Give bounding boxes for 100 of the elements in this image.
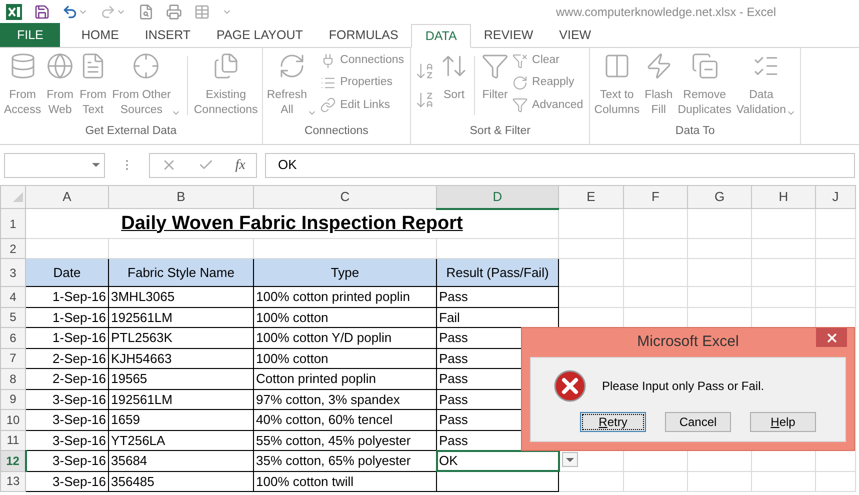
- ribbon-button[interactable]: Text to Columns: [592, 48, 642, 123]
- row-header[interactable]: 11: [0, 430, 26, 450]
- ribbon-button[interactable]: Edit Links: [320, 96, 404, 114]
- ribbon-tab[interactable]: DATA: [411, 24, 471, 48]
- ribbon-button[interactable]: Refresh All: [264, 48, 320, 123]
- row-header[interactable]: 3: [0, 258, 26, 286]
- column-header[interactable]: B: [108, 186, 254, 208]
- ribbon-button[interactable]: From Text: [77, 48, 110, 123]
- cell-text: 356485: [111, 474, 154, 488]
- row-header[interactable]: 8: [0, 368, 26, 389]
- row-header[interactable]: 6: [0, 328, 26, 348]
- dialog-title: Microsoft Excel: [637, 332, 739, 352]
- column-header[interactable]: J: [816, 186, 856, 208]
- row-header[interactable]: 10: [0, 410, 26, 430]
- dialog-button[interactable]: Cancel: [665, 412, 731, 432]
- ribbon-button[interactable]: From Web: [44, 48, 76, 123]
- ribbon-tab[interactable]: FORMULAS: [316, 23, 412, 47]
- files-icon: [212, 52, 240, 80]
- ribbon-button[interactable]: From Access: [2, 48, 44, 123]
- cell-text: PTL2563K: [111, 330, 172, 345]
- column-header[interactable]: G: [688, 186, 752, 208]
- close-button[interactable]: [816, 328, 847, 347]
- cell-text: Cotton printed poplin: [256, 371, 376, 386]
- group-label: Connections: [303, 124, 370, 139]
- close-icon: [824, 330, 838, 344]
- row-header[interactable]: 13: [0, 471, 26, 492]
- file-tab[interactable]: FILE: [0, 23, 60, 47]
- dropdown-button[interactable]: [562, 452, 578, 467]
- column-header[interactable]: C: [254, 186, 436, 208]
- cell-text: 100% cotton: [256, 310, 328, 324]
- cell-text: 3MHL3065: [111, 289, 175, 304]
- column-header[interactable]: A: [26, 186, 108, 208]
- cell-text: 3-Sep-16: [52, 432, 106, 448]
- ribbon-tab[interactable]: PAGE LAYOUT: [204, 23, 316, 47]
- insert-function-button[interactable]: fx: [235, 154, 246, 176]
- column-header[interactable]: F: [624, 186, 688, 208]
- save-icon[interactable]: [34, 4, 50, 20]
- cell-text: 192561LM: [111, 310, 172, 324]
- dialog-button[interactable]: Help: [750, 412, 816, 432]
- cell-text: 3-Sep-16: [52, 392, 106, 406]
- formula-field[interactable]: OK: [265, 152, 855, 178]
- name-box[interactable]: [4, 152, 105, 178]
- row-header[interactable]: 2: [0, 238, 26, 258]
- drag-handle-icon[interactable]: [125, 159, 129, 171]
- ribbon-button[interactable]: Connections: [320, 52, 404, 70]
- ribbon-button[interactable]: Reapply: [512, 74, 584, 92]
- column-header[interactable]: E: [558, 186, 624, 208]
- database-icon: [8, 52, 37, 80]
- filter-clear-icon: [512, 52, 528, 69]
- ribbon-button[interactable]: Flash Fill: [642, 48, 675, 123]
- ribbon-button[interactable]: Data Validation: [734, 48, 798, 123]
- dialog-button[interactable]: Retry: [580, 412, 646, 432]
- cell-text: 19565: [111, 371, 148, 386]
- undo-icon[interactable]: [62, 4, 78, 20]
- printer-icon[interactable]: [166, 4, 182, 20]
- row-header[interactable]: 7: [0, 348, 26, 368]
- cell-text: 1-Sep-16: [52, 310, 106, 324]
- row-header[interactable]: 9: [0, 389, 26, 410]
- cell-text: Pass: [439, 371, 468, 386]
- ribbon-button[interactable]: Remove Duplicates: [676, 48, 734, 123]
- cell-text: Pass: [439, 350, 468, 366]
- link-icon: [320, 97, 336, 114]
- cell-text: 1-Sep-16: [52, 330, 106, 345]
- row-header[interactable]: 12: [0, 450, 26, 471]
- cell-text: 35684: [111, 453, 148, 468]
- cell-text: 97% cotton, 3% spandex: [256, 392, 400, 406]
- ribbon-button[interactable]: Sort: [438, 48, 470, 123]
- print-preview-icon[interactable]: [138, 4, 154, 20]
- redo-icon[interactable]: [100, 4, 116, 20]
- ribbon-button[interactable]: Existing Connections: [192, 48, 260, 123]
- dropdown-arrow-icon: [92, 163, 100, 167]
- cell-text: Fail: [439, 310, 460, 324]
- ribbon-tab[interactable]: REVIEW: [470, 23, 546, 47]
- row-header[interactable]: 1: [0, 208, 26, 238]
- ribbon-tab[interactable]: INSERT: [132, 23, 204, 47]
- row-header[interactable]: 5: [0, 307, 26, 328]
- ribbon-button[interactable]: Advanced: [512, 96, 584, 114]
- globe-icon: [46, 52, 74, 80]
- ribbon-button[interactable]: Clear: [512, 52, 584, 70]
- ribbon-tab[interactable]: HOME: [68, 23, 132, 47]
- cell-text: 1-Sep-16: [52, 289, 106, 304]
- ribbon-button[interactable]: Filter: [479, 48, 512, 123]
- cell-text: 3-Sep-16: [52, 453, 106, 468]
- column-header[interactable]: H: [752, 186, 816, 208]
- ribbon-tab[interactable]: VIEW: [546, 23, 604, 47]
- row-header[interactable]: 4: [0, 286, 26, 307]
- ribbon-button[interactable]: From Other Sources: [110, 48, 183, 123]
- cell-text: Pass: [439, 330, 468, 345]
- cell-text: 2-Sep-16: [52, 371, 106, 386]
- columns-icon: [602, 52, 631, 80]
- cell-text: 3-Sep-16: [52, 412, 106, 427]
- cell-text: 3-Sep-16: [52, 474, 106, 488]
- column-header[interactable]: D: [436, 186, 558, 208]
- ribbon-button[interactable]: Properties: [320, 74, 404, 92]
- cell-text: Pass: [439, 412, 468, 427]
- spreadsheet-logo-icon[interactable]: [6, 4, 22, 20]
- crosshair-icon: [132, 52, 160, 80]
- column-heading: Fabric Style Name: [128, 264, 234, 280]
- filter-icon: [512, 97, 528, 114]
- table-icon[interactable]: [194, 4, 210, 20]
